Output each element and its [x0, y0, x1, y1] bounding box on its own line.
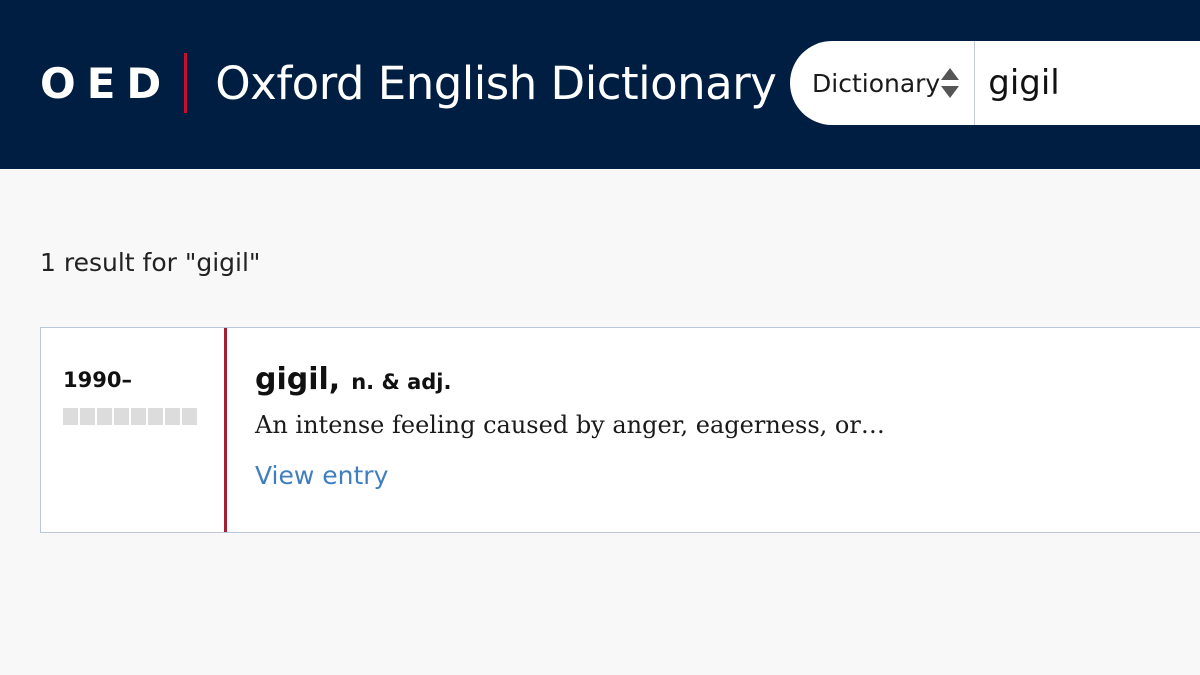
frequency-segment	[63, 408, 78, 425]
search-input[interactable]	[975, 41, 1200, 125]
headword: gigil,	[255, 362, 341, 397]
search-type-label: Dictionary	[812, 68, 941, 98]
search-type-select[interactable]: Dictionary	[790, 41, 976, 125]
frequency-segment	[182, 408, 197, 425]
definition-snippet: An intense feeling caused by anger, eage…	[255, 411, 885, 439]
frequency-indicator	[63, 408, 224, 425]
logo-site-name: Oxford English Dictionary	[215, 56, 777, 110]
result-content: gigil, n. & adj. An intense feeling caus…	[227, 328, 885, 532]
frequency-segment	[131, 408, 146, 425]
frequency-segment	[80, 408, 95, 425]
view-entry-link[interactable]: View entry	[255, 461, 388, 490]
part-of-speech: n. & adj.	[351, 370, 452, 394]
frequency-segment	[114, 408, 129, 425]
frequency-segment	[165, 408, 180, 425]
logo-divider	[184, 53, 188, 113]
site-header: OED Oxford English Dictionary Dictionary	[0, 0, 1200, 169]
result-count: 1 result for "gigil"	[40, 248, 261, 277]
search-bar: Dictionary	[790, 41, 1200, 125]
result-metadata: 1990–	[41, 328, 227, 532]
headword-line: gigil, n. & adj.	[255, 362, 885, 397]
logo-abbreviation: OED	[40, 58, 173, 108]
date-range: 1990–	[63, 368, 132, 392]
frequency-segment	[148, 408, 163, 425]
site-logo[interactable]: OED Oxford English Dictionary	[40, 50, 777, 116]
result-card: 1990– gigil, n. & adj. An intense feelin…	[40, 327, 1200, 533]
sort-updown-icon	[940, 66, 960, 100]
frequency-segment	[97, 408, 112, 425]
